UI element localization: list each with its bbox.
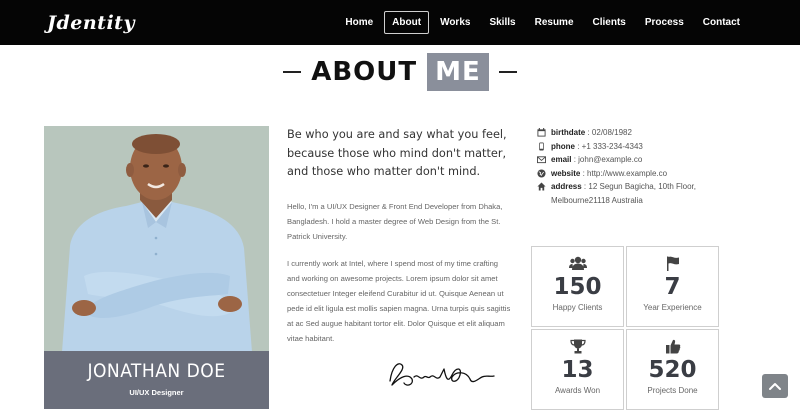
nav-item-home[interactable]: Home	[337, 11, 381, 34]
stat-projects-done: 520 Projects Done	[626, 329, 719, 410]
section-title-highlight: ME	[427, 53, 489, 91]
profile-card: JONATHAN DOE UI/UX Designer	[44, 126, 269, 409]
stat-awards-won: 13 Awards Won	[531, 329, 624, 410]
thumbs-up-icon	[665, 339, 680, 354]
title-divider-right	[498, 71, 517, 73]
signature-image	[389, 363, 495, 386]
stat-value: 520	[648, 357, 697, 383]
profile-name: JONATHAN DOE	[87, 360, 226, 382]
info-email: email : john@example.co	[537, 153, 737, 167]
nav-item-resume[interactable]: Resume	[527, 11, 582, 34]
stat-value: 150	[553, 274, 602, 300]
birthdate-value: : 02/08/1982	[587, 128, 632, 137]
stat-label: Year Experience	[643, 303, 702, 312]
brand-name: Jdentity	[47, 12, 135, 34]
stat-year-experience: 7 Year Experience	[626, 246, 719, 327]
website-label: website	[551, 168, 581, 178]
nav-item-contact[interactable]: Contact	[695, 11, 748, 34]
info-birthdate: birthdate : 02/08/1982	[537, 126, 737, 140]
profile-role: UI/UX Designer	[129, 388, 184, 397]
brand-logo[interactable]: Jdentity	[43, 9, 135, 37]
back-to-top-button[interactable]	[762, 374, 788, 398]
address-label: address	[551, 182, 582, 191]
stat-label: Projects Done	[647, 386, 698, 395]
chevron-up-icon	[769, 383, 781, 390]
website-value[interactable]: : http://www.example.co	[583, 169, 667, 178]
nav-item-process[interactable]: Process	[637, 11, 692, 34]
stat-label: Awards Won	[554, 386, 601, 395]
email-value[interactable]: : john@example.co	[574, 155, 643, 164]
contact-info: birthdate : 02/08/1982 phone : +1 333-23…	[537, 126, 737, 207]
calendar-icon	[537, 128, 546, 137]
globe-icon	[537, 168, 546, 178]
stats-grid: 150 Happy Clients 7 Year Experience 13 A…	[531, 246, 721, 410]
about-paragraph-2: I currently work at Intel, where I spend…	[287, 258, 511, 343]
phone-value: : +1 333-234-4343	[577, 141, 643, 151]
trophy-icon	[569, 339, 586, 354]
stat-label: Happy Clients	[552, 303, 603, 312]
email-label: email	[551, 155, 572, 164]
info-phone: phone : +1 333-234-4343	[537, 140, 737, 154]
stat-happy-clients: 150 Happy Clients	[531, 246, 624, 327]
section-title-word: ABOUT	[311, 57, 418, 87]
main-nav: Home About Works Skills Resume Clients P…	[334, 11, 748, 34]
profile-name-box: JONATHAN DOE UI/UX Designer	[44, 351, 269, 409]
stat-value: 13	[561, 357, 594, 383]
stat-value: 7	[664, 274, 681, 300]
flag-icon	[666, 256, 679, 271]
info-website: website : http://www.example.co	[537, 167, 737, 181]
about-paragraph-1: Hello, I'm a UI/UX Designer & Front End …	[287, 201, 503, 241]
mobile-phone-icon	[539, 141, 544, 151]
birthdate-label: birthdate	[551, 128, 586, 137]
title-divider-left	[283, 71, 302, 73]
about-lead: Be who you are and say what you feel, be…	[287, 128, 507, 178]
nav-item-clients[interactable]: Clients	[585, 11, 634, 34]
navbar: Jdentity Home About Works Skills Resume …	[0, 0, 800, 45]
profile-photo	[44, 126, 269, 352]
nav-item-skills[interactable]: Skills	[481, 11, 523, 34]
users-icon	[568, 256, 587, 270]
info-address: address : 12 Segun Bagicha, 10th Floor, …	[537, 180, 737, 207]
nav-item-works[interactable]: Works	[432, 11, 478, 34]
about-text: Be who you are and say what you feel, be…	[287, 126, 512, 346]
section-title: ABOUT ME	[0, 51, 800, 93]
envelope-icon	[537, 156, 546, 164]
phone-label: phone	[551, 141, 575, 151]
nav-item-about[interactable]: About	[384, 11, 430, 34]
home-icon	[537, 182, 546, 191]
